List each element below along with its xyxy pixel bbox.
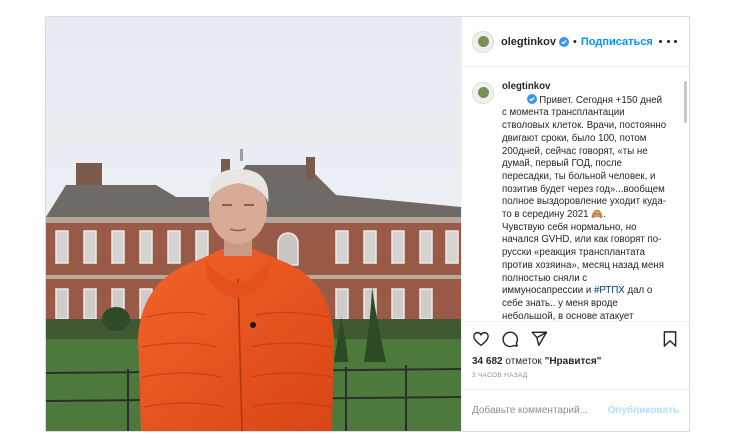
- likes-number: 34 682: [472, 356, 503, 367]
- publish-button[interactable]: Опубликовать: [608, 405, 679, 416]
- author-avatar[interactable]: [472, 30, 494, 53]
- verified-badge-icon: [559, 36, 570, 47]
- likes-label: "Нравится": [544, 356, 602, 367]
- comment-form: Опубликовать: [462, 389, 689, 431]
- hashtag-link[interactable]: #РТПХ: [594, 285, 625, 296]
- share-icon[interactable]: [530, 330, 548, 348]
- heart-icon[interactable]: [472, 330, 490, 348]
- caption-username[interactable]: olegtinkov: [502, 81, 550, 92]
- follow-button[interactable]: Подписаться: [581, 36, 653, 48]
- comment-input[interactable]: [472, 405, 608, 416]
- action-bar: [462, 321, 689, 355]
- caption-scrollbar[interactable]: [684, 81, 687, 123]
- author-username[interactable]: olegtinkov: [501, 36, 556, 48]
- bookmark-icon[interactable]: [661, 330, 679, 348]
- caption-text: olegtinkov Привет. Сегодня +150 дней с м…: [502, 81, 667, 321]
- photo-scene: [46, 17, 461, 431]
- post-photo[interactable]: [46, 17, 461, 431]
- caption-body-part-1: Привет. Сегодня +150 дней с момента тран…: [502, 94, 667, 297]
- instagram-post: olegtinkov • Подписаться olegtinkov Прив…: [45, 16, 690, 432]
- caption-verified-badge-icon: [526, 93, 537, 104]
- likes-count[interactable]: 34 682 отметок "Нравится": [462, 355, 689, 369]
- comment-icon[interactable]: [501, 330, 519, 348]
- post-side-panel: olegtinkov • Подписаться olegtinkov Прив…: [461, 17, 689, 431]
- likes-separator: отметок: [505, 356, 542, 367]
- caption-avatar[interactable]: [472, 82, 494, 104]
- post-header: olegtinkov • Подписаться: [462, 17, 689, 67]
- caption-area: olegtinkov Привет. Сегодня +150 дней с м…: [462, 67, 689, 321]
- post-timestamp[interactable]: 3 ЧАСОВ НАЗАД: [462, 369, 689, 389]
- header-dot-separator: •: [573, 35, 577, 48]
- more-options-icon[interactable]: [659, 36, 677, 48]
